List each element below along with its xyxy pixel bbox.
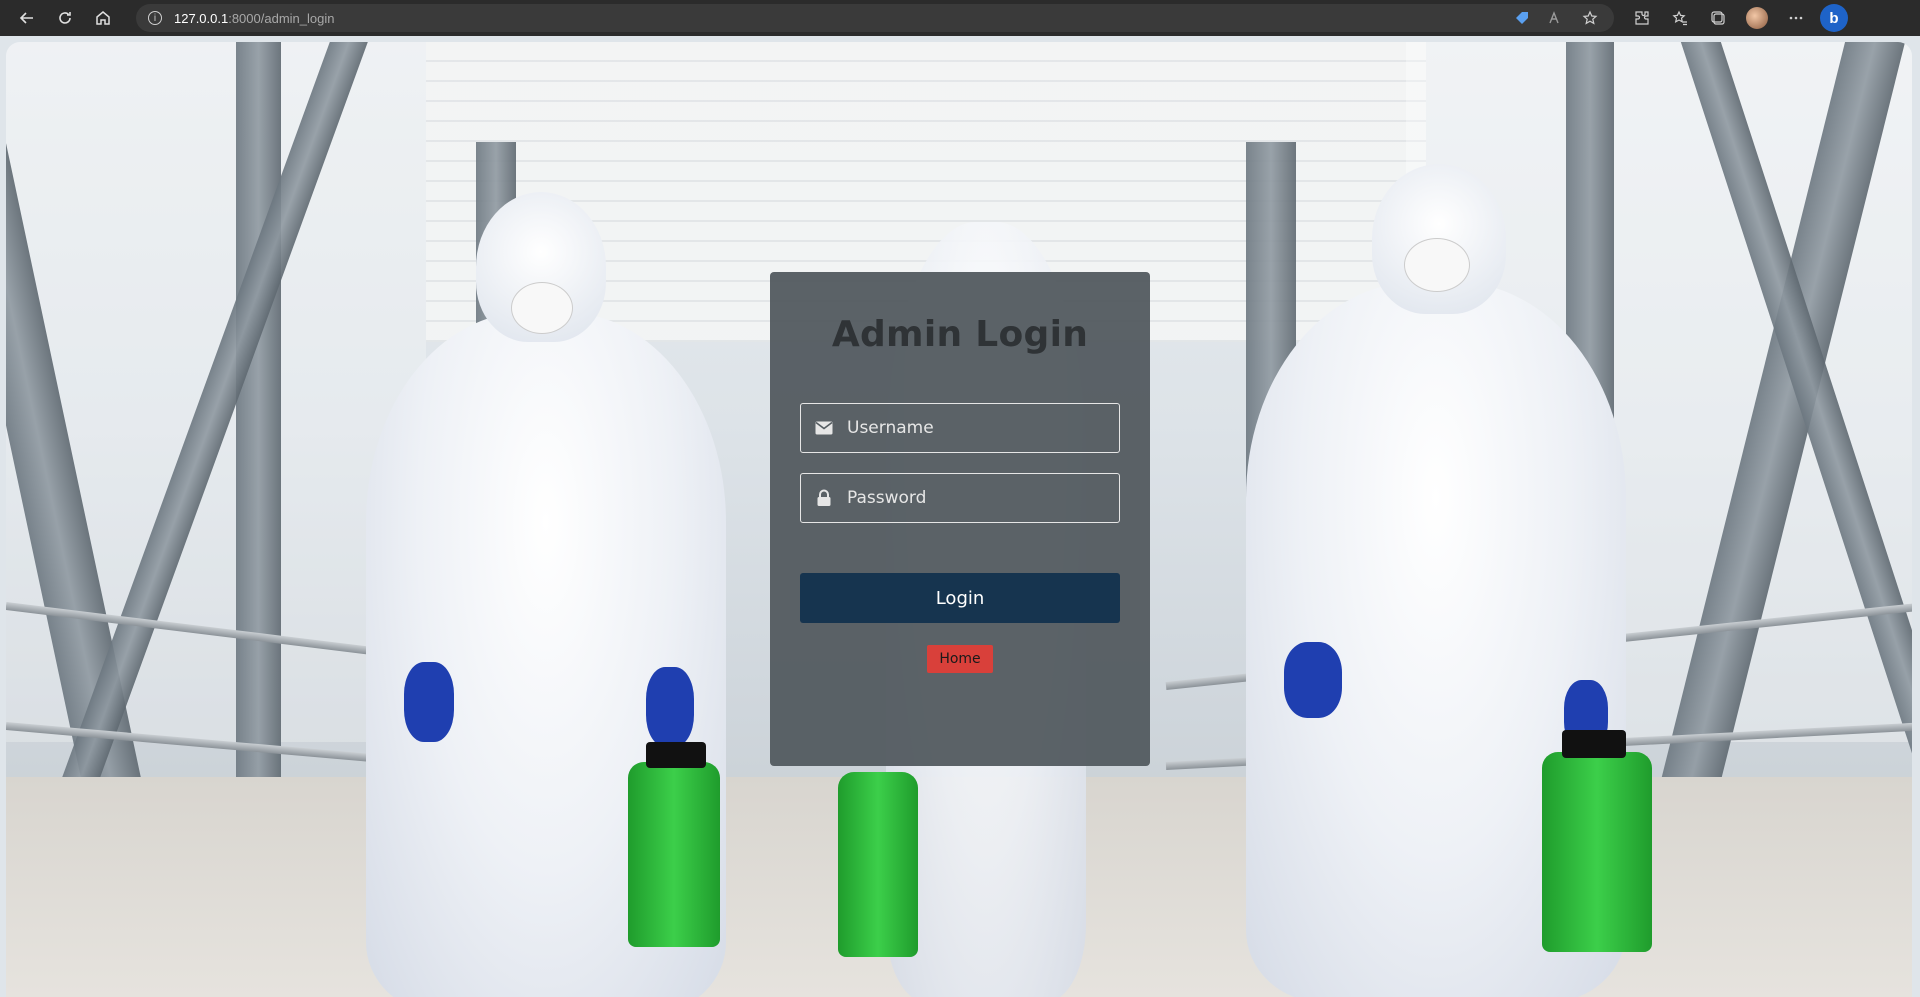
tag-icon[interactable] — [1512, 8, 1532, 28]
url-host: 127.0.0.1 — [174, 10, 229, 26]
lock-icon — [815, 489, 833, 507]
envelope-icon — [815, 419, 833, 437]
page-viewport: Admin Login Login Home — [0, 36, 1920, 997]
username-input[interactable] — [845, 417, 1109, 439]
site-info-icon[interactable]: i — [148, 11, 162, 25]
favorites-icon[interactable] — [1670, 8, 1690, 28]
more-options-icon[interactable] — [1786, 8, 1806, 28]
password-field[interactable] — [800, 473, 1120, 523]
browser-toolbar: i 127.0.0.1:8000/admin_login b — [0, 0, 1920, 36]
home-icon[interactable] — [92, 7, 114, 29]
login-card: Admin Login Login Home — [770, 272, 1150, 766]
username-field[interactable] — [800, 403, 1120, 453]
home-button[interactable]: Home — [927, 645, 993, 673]
profile-avatar[interactable] — [1746, 7, 1768, 29]
address-bar[interactable]: i 127.0.0.1:8000/admin_login — [136, 4, 1614, 32]
back-icon[interactable] — [16, 7, 38, 29]
favorite-star-icon[interactable] — [1580, 8, 1600, 28]
refresh-icon[interactable] — [54, 7, 76, 29]
login-title: Admin Login — [831, 314, 1089, 355]
password-input[interactable] — [845, 487, 1109, 509]
collections-icon[interactable] — [1708, 8, 1728, 28]
read-aloud-icon[interactable] — [1546, 8, 1566, 28]
bing-copilot-icon[interactable]: b — [1820, 4, 1848, 32]
extensions-icon[interactable] — [1632, 8, 1652, 28]
login-button[interactable]: Login — [800, 573, 1120, 623]
url-path: :8000/admin_login — [228, 10, 335, 26]
